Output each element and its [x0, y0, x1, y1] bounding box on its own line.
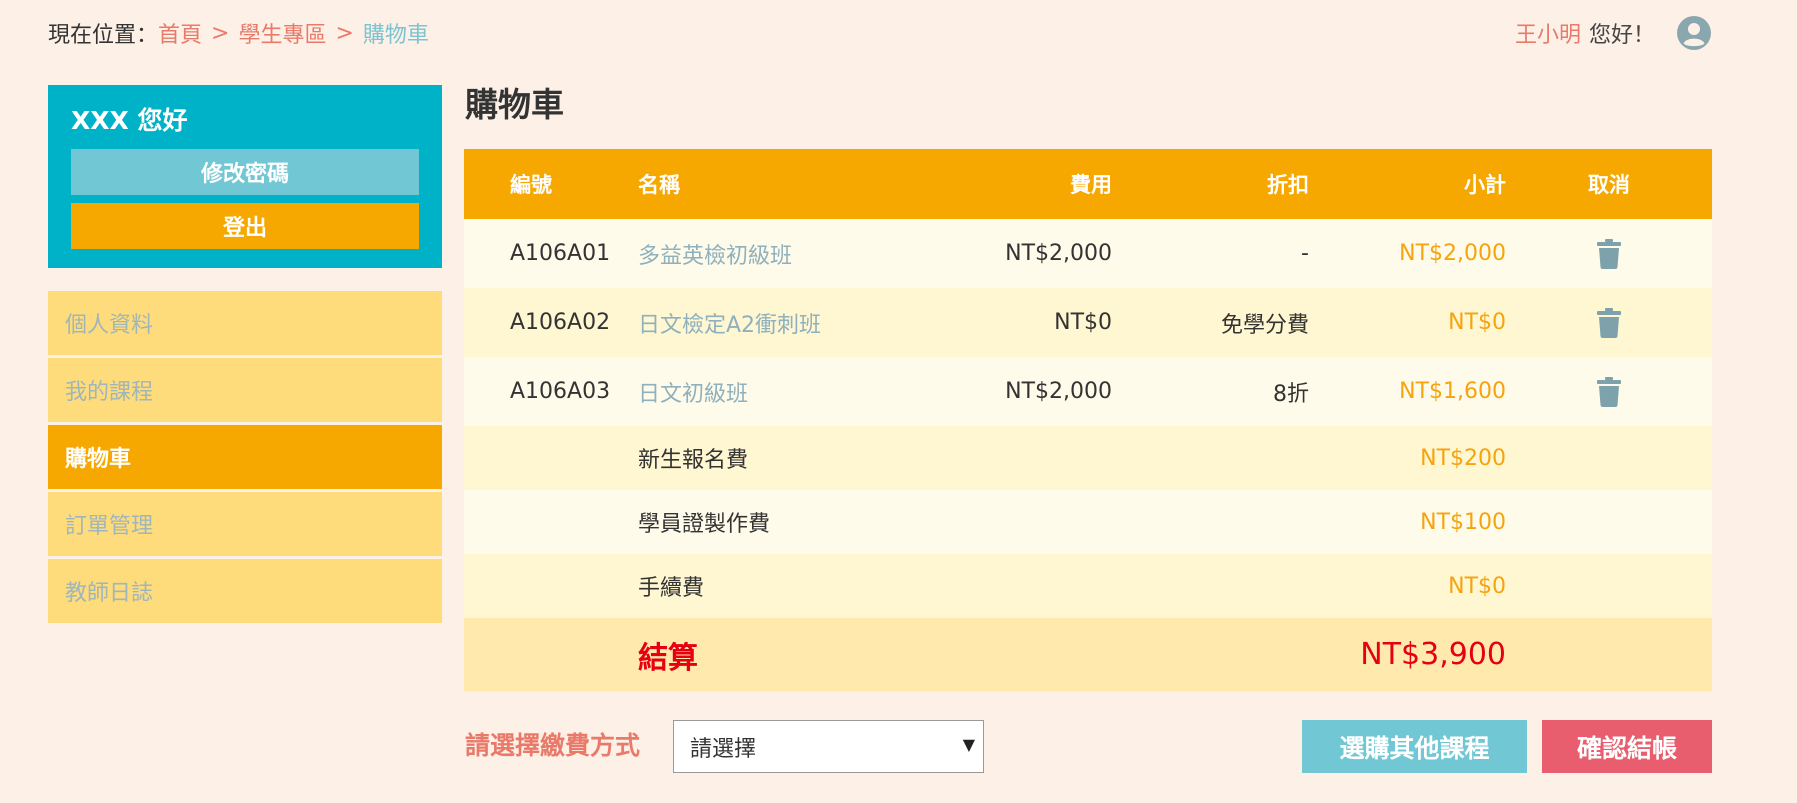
- fee-amount: NT$0: [1448, 573, 1506, 599]
- dropdown-caret-icon: ▼: [962, 735, 975, 754]
- fee-row: 學員證製作費 NT$100: [464, 490, 1712, 554]
- course-discount: -: [1301, 241, 1309, 266]
- user-name[interactable]: 王小明: [1515, 17, 1581, 49]
- remove-item-button[interactable]: [1506, 376, 1712, 407]
- breadcrumb-separator: >: [211, 20, 230, 46]
- breadcrumb-student-area-link[interactable]: 學生專區: [238, 17, 326, 49]
- browse-more-courses-button[interactable]: 選購其他課程: [1302, 720, 1527, 773]
- fee-name: 新生報名費: [638, 448, 749, 473]
- fee-row: 新生報名費 NT$200: [464, 426, 1712, 490]
- course-id: A106A01: [510, 241, 611, 266]
- course-fee: NT$2,000: [1005, 379, 1112, 404]
- fee-name: 手續費: [638, 576, 705, 601]
- header-cancel: 取消: [1588, 173, 1630, 197]
- breadcrumb-prefix: 現在位置：: [48, 23, 159, 48]
- payment-method-selected: 請選擇: [690, 736, 757, 762]
- course-name-link[interactable]: 日文檢定A2衝刺班: [638, 307, 938, 339]
- header-name: 名稱: [638, 173, 680, 197]
- header-fee: 費用: [1070, 173, 1112, 197]
- course-subtotal: NT$0: [1448, 310, 1506, 335]
- sidebar-item-profile[interactable]: 個人資料: [48, 291, 442, 355]
- trash-icon[interactable]: [1597, 238, 1621, 269]
- sidebar-item-my-courses[interactable]: 我的課程: [48, 358, 442, 422]
- sidebar-item-cart[interactable]: 購物車: [48, 425, 442, 489]
- course-fee: NT$0: [1054, 310, 1112, 335]
- course-name-link[interactable]: 多益英檢初級班: [638, 238, 938, 270]
- trash-icon[interactable]: [1597, 307, 1621, 338]
- payment-method-label: 請選擇繳費方式: [465, 731, 641, 760]
- table-header: 編號 名稱 費用 折扣 小計 取消: [464, 149, 1712, 219]
- trash-icon[interactable]: [1597, 376, 1621, 407]
- confirm-checkout-button[interactable]: 確認結帳: [1542, 720, 1712, 773]
- breadcrumb-current: 購物車: [362, 23, 429, 48]
- course-id: A106A02: [510, 310, 611, 335]
- total-row: 結算 NT$3,900: [464, 618, 1712, 691]
- payment-method-select[interactable]: 請選擇 ▼: [673, 720, 984, 773]
- course-id: A106A03: [510, 379, 611, 404]
- account-panel: XXX 您好 修改密碼 登出: [48, 85, 442, 268]
- breadcrumb-separator: >: [335, 20, 354, 46]
- user-hello-text: 您好！: [1588, 23, 1655, 48]
- sidebar-item-teacher-log[interactable]: 教師日誌: [48, 559, 442, 623]
- course-discount: 免學分費: [1220, 312, 1309, 338]
- user-circle-icon[interactable]: [1677, 16, 1711, 50]
- total-label: 結算: [638, 640, 698, 676]
- table-row: A106A01 多益英檢初級班 NT$2,000 - NT$2,000: [464, 219, 1712, 288]
- page-title: 購物車: [465, 85, 564, 124]
- course-name-link[interactable]: 日文初級班: [638, 376, 938, 408]
- remove-item-button[interactable]: [1506, 307, 1712, 338]
- fee-amount: NT$200: [1420, 445, 1506, 471]
- course-subtotal: NT$2,000: [1399, 241, 1506, 266]
- header-subtotal: 小計: [1464, 173, 1506, 197]
- total-amount: NT$3,900: [1360, 637, 1506, 672]
- cart-table: 編號 名稱 費用 折扣 小計 取消 A106A01 多益英檢初級班 NT$2,0…: [464, 149, 1712, 691]
- breadcrumb-home-link[interactable]: 首頁: [158, 17, 202, 49]
- sidebar-item-orders[interactable]: 訂單管理: [48, 492, 442, 556]
- header-discount: 折扣: [1267, 173, 1309, 197]
- course-discount: 8折: [1273, 381, 1309, 407]
- breadcrumb: 現在位置： 首頁 > 學生專區 > 購物車: [48, 14, 429, 52]
- logout-button[interactable]: 登出: [71, 203, 419, 249]
- table-row: A106A03 日文初級班 NT$2,000 8折 NT$1,600: [464, 357, 1712, 426]
- account-greeting: XXX 您好: [71, 106, 188, 135]
- course-fee: NT$2,000: [1005, 241, 1112, 266]
- table-row: A106A02 日文檢定A2衝刺班 NT$0 免學分費 NT$0: [464, 288, 1712, 357]
- change-password-button[interactable]: 修改密碼: [71, 149, 419, 195]
- remove-item-button[interactable]: [1506, 238, 1712, 269]
- fee-name: 學員證製作費: [638, 512, 771, 537]
- sidebar-nav: 個人資料 我的課程 購物車 訂單管理 教師日誌: [48, 291, 442, 626]
- fee-row: 手續費 NT$0: [464, 554, 1712, 618]
- course-subtotal: NT$1,600: [1399, 379, 1506, 404]
- fee-amount: NT$100: [1420, 509, 1506, 535]
- header-id: 編號: [510, 173, 552, 197]
